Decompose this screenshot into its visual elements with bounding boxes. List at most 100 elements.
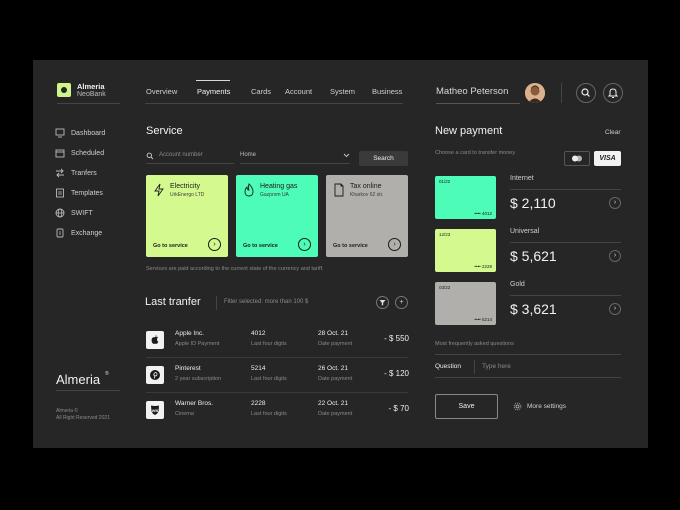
account-name: Universal — [510, 228, 540, 235]
app-window: Almeria NeoBank Overview Payments Cards … — [33, 60, 648, 448]
transfer-digits-label: Last four digits — [251, 341, 287, 347]
sidebar-item-transfers[interactable]: Tranfers — [55, 168, 97, 178]
service-card-title: Electricity — [170, 183, 200, 190]
nav-payments[interactable]: Payments — [197, 87, 230, 96]
arrow-right-icon[interactable]: › — [208, 238, 221, 251]
search-submit-button[interactable]: Search — [359, 151, 408, 166]
nav-system[interactable]: System — [330, 87, 355, 96]
notifications-button[interactable] — [603, 83, 623, 103]
nav-account[interactable]: Account — [285, 87, 312, 96]
account-divider — [510, 242, 621, 243]
account-name: Gold — [510, 281, 525, 288]
chevron-down-icon — [343, 153, 350, 158]
copyright-line-1: Almeria © — [56, 408, 79, 414]
category-select[interactable]: Home — [240, 150, 350, 164]
card-expiry: 12/23 — [439, 232, 451, 237]
transfer-date: 22 Oct. 21 — [318, 400, 348, 407]
lightning-icon — [154, 183, 164, 197]
category-select-value: Home — [240, 152, 257, 158]
more-settings-button[interactable]: More settings — [513, 402, 566, 411]
search-button[interactable] — [576, 83, 596, 103]
account-search-input[interactable]: Account number — [146, 150, 234, 164]
arrow-right-icon[interactable]: › — [609, 197, 621, 209]
transfer-sub: Cinema — [175, 411, 194, 417]
globe-icon — [55, 208, 65, 218]
avatar-icon — [525, 83, 545, 103]
nav-business[interactable]: Business — [372, 87, 402, 96]
arrow-right-icon[interactable]: › — [388, 238, 401, 251]
warner-bros-logo-icon: WB — [146, 401, 164, 419]
bell-icon — [607, 88, 619, 98]
service-title: Service — [146, 125, 183, 137]
service-card-tax-online[interactable]: Tax online Kharkov 62 str. Go to service… — [326, 175, 408, 257]
bank-card-gold[interactable]: 03/22 •••• 5214 — [435, 282, 496, 325]
sidebar-label: Tranfers — [71, 169, 97, 177]
faq-divider — [435, 354, 621, 355]
account-divider — [510, 189, 621, 190]
save-button[interactable]: Save — [435, 394, 498, 419]
transfer-sub: 2 year subscription — [175, 376, 222, 382]
arrow-right-icon[interactable]: › — [609, 303, 621, 315]
transfer-amount: - $ 550 — [384, 334, 409, 343]
sidebar-item-scheduled[interactable]: Scheduled — [55, 148, 104, 158]
account-divider — [510, 295, 621, 296]
transfers-separator — [216, 296, 217, 310]
transfer-digits-label: Last four digits — [251, 376, 287, 382]
account-search-placeholder: Account number — [159, 152, 203, 158]
service-card-title: Heating gas — [260, 183, 298, 190]
nav-divider — [145, 103, 403, 104]
sidebar-label: Scheduled — [71, 149, 105, 157]
search-icon — [146, 152, 154, 160]
arrow-right-icon[interactable]: › — [298, 238, 311, 251]
transfer-date: 28 Oct. 21 — [318, 330, 348, 337]
dashboard-icon — [55, 128, 65, 138]
clear-button[interactable]: Clear — [605, 129, 621, 136]
faq-text: Most frequently asked questions — [435, 341, 514, 347]
row-divider — [146, 357, 408, 358]
card-expiry: 03/22 — [439, 285, 451, 290]
flame-icon — [244, 183, 254, 197]
transfer-date: 26 Oct. 21 — [318, 365, 348, 372]
sidebar-item-dashboard[interactable]: Dashboard — [55, 128, 105, 138]
brand-name: Almeria — [77, 82, 105, 91]
pinterest-logo-icon — [146, 366, 164, 384]
more-settings-label: More settings — [527, 403, 567, 410]
sidebar-item-templates[interactable]: Templates — [55, 188, 103, 198]
exchange-icon — [56, 228, 64, 238]
mastercard-option[interactable] — [564, 151, 590, 166]
question-placeholder: Type here — [482, 363, 511, 370]
transfer-date-label: Date payment — [318, 411, 353, 417]
nav-cards[interactable]: Cards — [251, 87, 271, 96]
service-card-heating-gas[interactable]: Heating gas Gazprom UA Go to service › — [236, 175, 318, 257]
card-expiry: 01/22 — [439, 179, 451, 184]
filter-icon — [379, 300, 386, 306]
question-input[interactable]: Type here — [482, 360, 621, 374]
bank-card-universal[interactable]: 12/23 •••• 2228 — [435, 229, 496, 272]
sidebar-label: Templates — [71, 189, 103, 197]
transfers-filter-text: Filter selected: more than 100 $ — [224, 299, 309, 305]
sidebar-label: Dashboard — [71, 129, 106, 137]
go-to-service-label: Go to service — [153, 243, 188, 249]
sidebar-item-swift[interactable]: SWIFT — [55, 208, 93, 218]
service-card-electricity[interactable]: Electricity UrkEnergo LTD Go to service … — [146, 175, 228, 257]
nav-overview[interactable]: Overview — [146, 87, 177, 96]
visa-option[interactable]: VISA — [594, 151, 621, 166]
account-balance: $ 3,621 — [510, 301, 557, 317]
footer-logo: Almeria — [56, 372, 101, 387]
bank-card-internet[interactable]: 01/22 •••• 4012 — [435, 176, 496, 219]
question-separator — [474, 360, 475, 374]
copyright-line-2: All Right Reserved 2021 — [56, 415, 110, 421]
header-separator — [561, 83, 562, 103]
arrow-right-icon[interactable]: › — [609, 250, 621, 262]
question-divider — [435, 377, 621, 378]
go-to-service-label: Go to service — [333, 243, 368, 249]
service-card-title: Tax online — [350, 183, 382, 190]
add-transfer-button[interactable]: + — [395, 296, 408, 309]
filter-button[interactable] — [376, 296, 389, 309]
sidebar-item-exchange[interactable]: Exchange — [55, 228, 102, 238]
service-card-sub: UrkEnergo LTD — [170, 192, 205, 198]
brand-sub: NeoBank — [77, 91, 106, 98]
nav-active-indicator — [196, 80, 230, 81]
transfer-name: Warner Bros. — [175, 400, 214, 407]
avatar[interactable] — [525, 83, 545, 103]
